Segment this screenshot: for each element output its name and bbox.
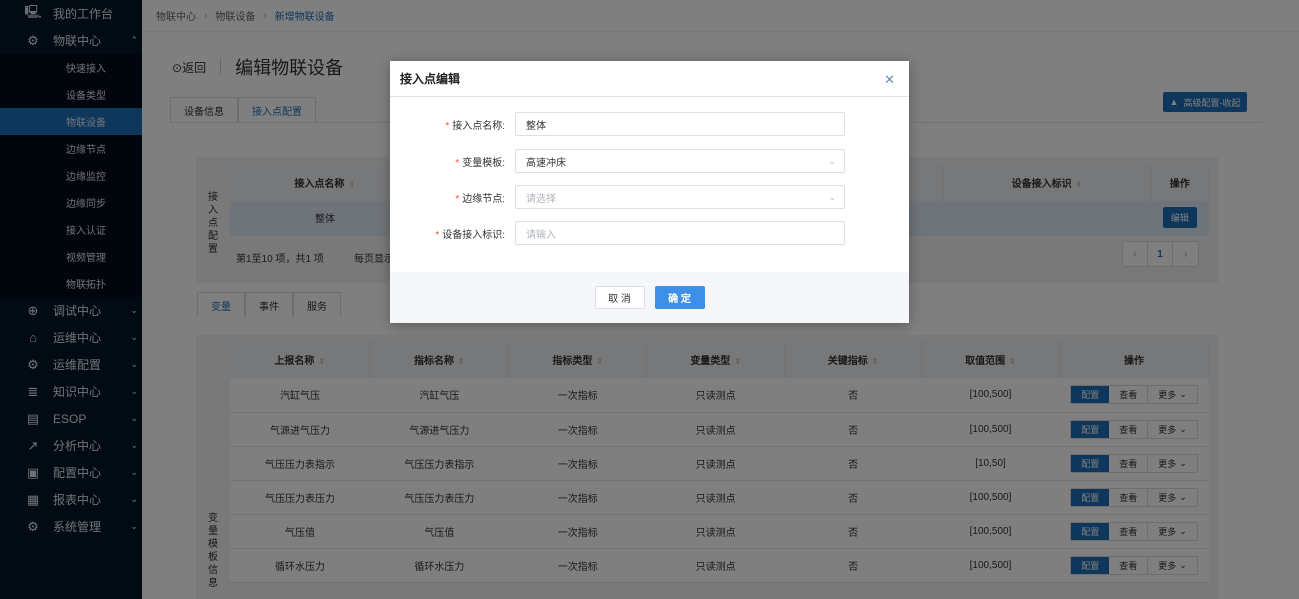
form-row: * 接入点名称: 整体 — [390, 112, 909, 136]
text-field[interactable]: 请输入 — [515, 221, 845, 245]
close-icon[interactable]: ✕ — [884, 72, 895, 88]
form-row: * 设备接入标识: 请输入 — [390, 221, 909, 245]
select-field[interactable]: 请选择 ⌄ — [515, 185, 845, 209]
select-field[interactable]: 高速冲床 ⌄ — [515, 149, 845, 173]
access-point-edit-dialog: 接入点编辑 ✕ * 接入点名称: 整体 * 变量模板: 高速冲床 ⌄ * 边缘节点: 请选择 ⌄ * 设备… — [390, 61, 909, 323]
cancel-button[interactable]: 取 消 — [594, 286, 645, 309]
text-field[interactable]: 整体 — [515, 112, 845, 136]
form-row: * 边缘节点: 请选择 ⌄ — [390, 185, 909, 209]
dialog-title: 接入点编辑 — [400, 72, 461, 86]
chevron-down-icon: ⌄ — [828, 191, 836, 202]
form-row: * 变量模板: 高速冲床 ⌄ — [390, 149, 909, 173]
confirm-button[interactable]: 确 定 — [654, 286, 705, 309]
chevron-down-icon: ⌄ — [828, 155, 836, 166]
